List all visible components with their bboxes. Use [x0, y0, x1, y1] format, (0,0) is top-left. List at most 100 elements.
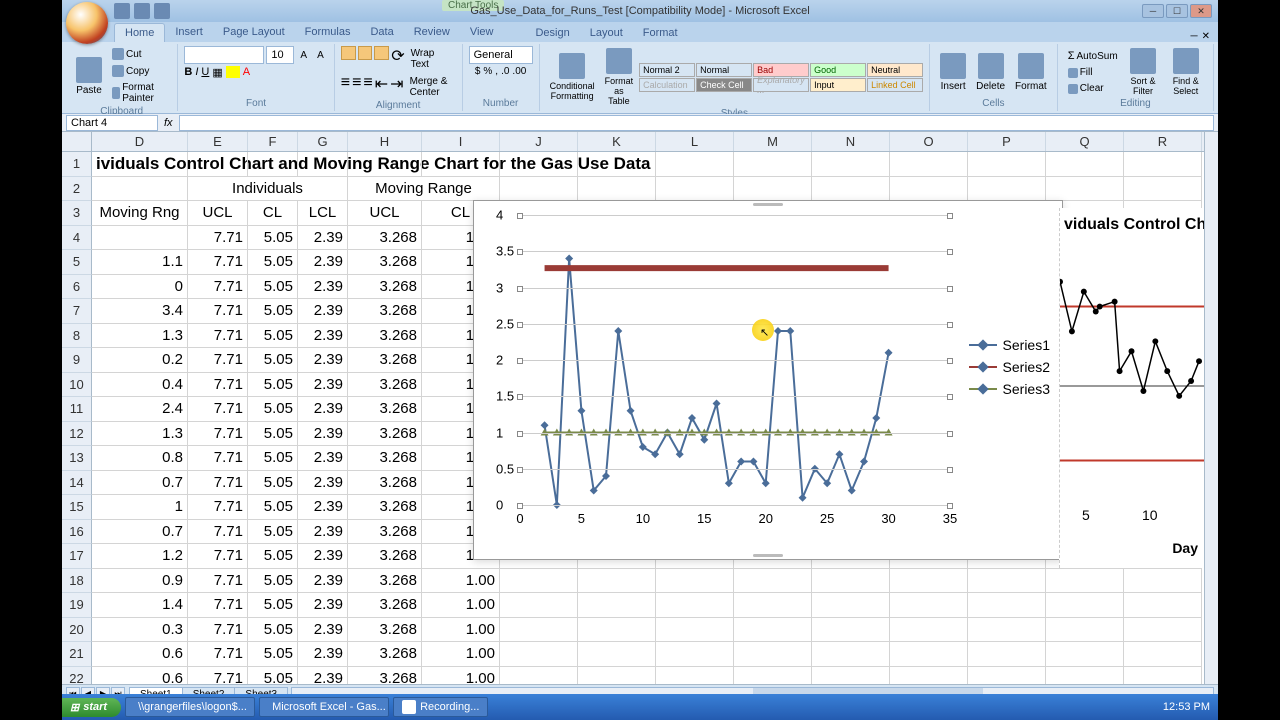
cell[interactable] [812, 618, 890, 643]
cell[interactable]: 3.268 [348, 348, 422, 373]
cell[interactable]: 1.4 [92, 593, 188, 618]
cell[interactable]: 3.268 [348, 569, 422, 594]
cell[interactable] [968, 618, 1046, 643]
cell[interactable]: 1.00 [422, 667, 500, 685]
cell[interactable] [500, 642, 578, 667]
cell[interactable]: 5.05 [248, 422, 298, 447]
cell[interactable]: 2.39 [298, 569, 348, 594]
merge-center-button[interactable]: Merge & Center [406, 74, 456, 100]
cell[interactable] [422, 152, 500, 177]
cell[interactable]: Individuals [188, 177, 348, 202]
cell[interactable] [500, 569, 578, 594]
cell[interactable]: 3.268 [348, 667, 422, 685]
cell[interactable] [890, 667, 968, 685]
cell[interactable] [656, 177, 734, 202]
quick-access-toolbar[interactable] [114, 3, 170, 19]
cell[interactable]: CL [248, 201, 298, 226]
grow-font-button[interactable]: A [296, 46, 311, 64]
cell[interactable] [890, 569, 968, 594]
cell[interactable] [734, 642, 812, 667]
cell[interactable] [578, 642, 656, 667]
cell[interactable] [656, 593, 734, 618]
cell[interactable]: 5.05 [248, 593, 298, 618]
cell[interactable] [812, 152, 890, 177]
style-explanatory[interactable]: Explanatory ... [753, 78, 809, 92]
row-header[interactable]: 13 [62, 446, 92, 471]
cell[interactable]: 2.39 [298, 520, 348, 545]
autosum-button[interactable]: ΣAutoSum [1064, 48, 1122, 64]
row-header[interactable]: 9 [62, 348, 92, 373]
cell[interactable] [348, 152, 422, 177]
row-header[interactable]: 4 [62, 226, 92, 251]
close-button[interactable]: ✕ [1190, 4, 1212, 18]
minimize-button[interactable]: ─ [1142, 4, 1164, 18]
col-header-H[interactable]: H [348, 132, 422, 151]
cell[interactable]: 3.268 [348, 618, 422, 643]
indent-dec-button[interactable]: ⇤ [375, 74, 388, 100]
cell[interactable]: 5.05 [248, 324, 298, 349]
cell[interactable]: UCL [348, 201, 422, 226]
cell[interactable]: 0.3 [92, 618, 188, 643]
row-header[interactable]: 10 [62, 373, 92, 398]
taskbar[interactable]: ⊞start \\grangerfiles\logon$... Microsof… [62, 694, 1218, 720]
cell[interactable] [1124, 593, 1202, 618]
taskbar-item-3[interactable]: Recording... [393, 697, 488, 717]
cell[interactable]: 7.71 [188, 275, 248, 300]
cell[interactable]: 0.4 [92, 373, 188, 398]
row-header[interactable]: 22 [62, 667, 92, 685]
row-header[interactable]: 5 [62, 250, 92, 275]
cell[interactable]: 5.05 [248, 471, 298, 496]
cell[interactable] [1046, 667, 1124, 685]
cell[interactable]: 7.71 [188, 642, 248, 667]
tab-formulas[interactable]: Formulas [295, 23, 361, 42]
row-header[interactable]: 11 [62, 397, 92, 422]
cell[interactable] [734, 593, 812, 618]
cell[interactable]: 7.71 [188, 495, 248, 520]
cell[interactable]: 7.71 [188, 397, 248, 422]
style-check[interactable]: Check Cell [696, 78, 752, 92]
cell[interactable]: 0.9 [92, 569, 188, 594]
cell[interactable]: 7.71 [188, 422, 248, 447]
cell[interactable]: 3.268 [348, 495, 422, 520]
fill-color-button[interactable] [226, 66, 240, 78]
italic-button[interactable]: I [195, 66, 198, 79]
chart-legend[interactable]: .lmark:nth-child(1)::after{background:#4… [969, 331, 1050, 403]
style-good[interactable]: Good [810, 63, 866, 77]
cell[interactable] [1046, 593, 1124, 618]
cell[interactable] [578, 618, 656, 643]
col-header-L[interactable]: L [656, 132, 734, 151]
cell[interactable]: 3.268 [348, 520, 422, 545]
cell[interactable]: 0 [92, 275, 188, 300]
taskbar-item-1[interactable]: \\grangerfiles\logon$... [125, 697, 255, 717]
cell[interactable]: 0.8 [92, 446, 188, 471]
cell[interactable] [500, 593, 578, 618]
style-calc[interactable]: Calculation [639, 78, 695, 92]
style-normal[interactable]: Normal [696, 63, 752, 77]
cell[interactable] [656, 667, 734, 685]
cell[interactable]: 5.05 [248, 250, 298, 275]
cell[interactable]: 5.05 [248, 446, 298, 471]
tab-home[interactable]: Home [114, 23, 165, 42]
cell[interactable]: 3.268 [348, 642, 422, 667]
cell[interactable]: UCL [188, 201, 248, 226]
percent-button[interactable]: % [483, 66, 492, 77]
cell[interactable]: 2.39 [298, 618, 348, 643]
cell[interactable]: 2.39 [298, 422, 348, 447]
shrink-font-button[interactable]: A [313, 46, 328, 64]
cell[interactable]: 5.05 [248, 495, 298, 520]
cell[interactable]: ividuals Control Chart and Moving Range … [92, 152, 188, 177]
cell[interactable]: 5.05 [248, 544, 298, 569]
style-linked[interactable]: Linked Cell [867, 78, 923, 92]
cell[interactable] [92, 226, 188, 251]
cell[interactable]: 1.00 [422, 593, 500, 618]
cell[interactable]: 1 [92, 495, 188, 520]
cell[interactable] [734, 177, 812, 202]
cell[interactable] [92, 177, 188, 202]
cell[interactable]: 0.2 [92, 348, 188, 373]
row-header[interactable]: 3 [62, 201, 92, 226]
cell[interactable] [1124, 667, 1202, 685]
cell[interactable]: Moving Range [348, 177, 500, 202]
cell[interactable] [1046, 618, 1124, 643]
cell[interactable]: 2.39 [298, 250, 348, 275]
cell[interactable] [656, 569, 734, 594]
